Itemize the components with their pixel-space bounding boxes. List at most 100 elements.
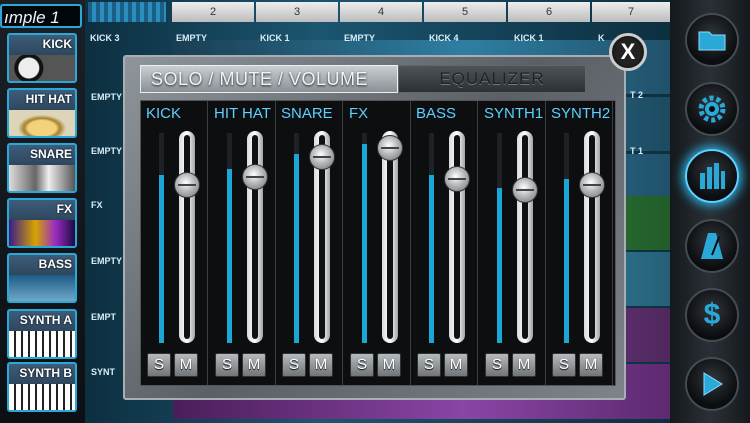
instrument-bass[interactable]: BASS: [7, 253, 77, 303]
step-label[interactable]: EMPTY: [176, 33, 207, 43]
channel-name: SYNTH2: [551, 105, 611, 122]
row-label: EMPT: [91, 312, 117, 322]
step-label[interactable]: KICK 4: [429, 33, 459, 43]
keyboard-icon: [9, 384, 75, 410]
column-number[interactable]: 5: [424, 2, 506, 22]
instrument-label: BASS: [38, 257, 72, 271]
channel-strip: KICK S M: [141, 101, 208, 385]
level-meter: [362, 133, 367, 343]
level-meter: [159, 133, 164, 343]
step-label[interactable]: KICK 1: [260, 33, 290, 43]
tab-equalizer[interactable]: EQUALIZER: [398, 65, 586, 93]
volume-slider-knob[interactable]: [309, 144, 335, 170]
volume-slider-knob[interactable]: [512, 177, 538, 203]
snare-icon: [9, 165, 75, 191]
instrument-hihat[interactable]: HIT HAT: [7, 88, 77, 138]
column-number[interactable]: 3: [256, 2, 338, 22]
level-meter: [564, 133, 569, 343]
level-meter-fill: [227, 168, 232, 343]
level-meter: [227, 133, 232, 343]
volume-slider-track[interactable]: [584, 131, 600, 343]
channel-strip: SNARE S M: [276, 101, 343, 385]
mute-button[interactable]: M: [174, 353, 198, 377]
play-icon: [703, 372, 723, 396]
solo-button[interactable]: S: [147, 353, 171, 377]
channel-strip: SYNTH2 S M: [546, 101, 613, 385]
channel-strip: BASS S M: [411, 101, 478, 385]
instrument-synth-a[interactable]: SYNTH A: [7, 309, 77, 359]
channel-strip: HIT HAT S M: [209, 101, 276, 385]
settings-button[interactable]: [685, 82, 739, 136]
level-meter-fill: [294, 154, 299, 343]
close-button[interactable]: X: [609, 33, 647, 71]
column-number[interactable]: 7: [592, 2, 670, 22]
solo-button[interactable]: S: [215, 353, 239, 377]
channel-name: KICK: [146, 105, 182, 122]
solo-button[interactable]: S: [417, 353, 441, 377]
volume-slider-knob[interactable]: [377, 135, 403, 161]
row-label: SYNT: [91, 367, 116, 377]
volume-slider-knob[interactable]: [579, 172, 605, 198]
tab-solo-mute-volume[interactable]: SOLO / MUTE / VOLUME: [140, 65, 398, 93]
solo-button[interactable]: S: [552, 353, 576, 377]
level-meter: [429, 133, 434, 343]
volume-slider-track[interactable]: [449, 131, 465, 343]
channel-name: SNARE: [281, 105, 333, 122]
solo-button[interactable]: S: [350, 353, 374, 377]
step-label[interactable]: KICK 1: [514, 33, 544, 43]
toolbar: $: [670, 0, 750, 423]
slider-groove: [589, 135, 595, 339]
volume-slider-track[interactable]: [517, 131, 533, 343]
column-number[interactable]: 6: [508, 2, 590, 22]
solo-button[interactable]: S: [282, 353, 306, 377]
step-label[interactable]: EMPTY: [344, 33, 375, 43]
instrument-label: HIT HAT: [25, 92, 72, 106]
volume-slider-knob[interactable]: [444, 166, 470, 192]
gear-icon: [698, 95, 726, 123]
instrument-snare[interactable]: SNARE: [7, 143, 77, 193]
row-label: EMPTY: [91, 146, 123, 156]
column-number[interactable]: 4: [340, 2, 422, 22]
metronome-button[interactable]: [685, 219, 739, 273]
instrument-label: FX: [56, 202, 72, 216]
volume-slider-knob[interactable]: [242, 164, 268, 190]
mixer-button[interactable]: [685, 149, 739, 203]
instrument-synth-b[interactable]: SYNTH B: [7, 362, 77, 412]
dollar-icon: $: [703, 298, 721, 331]
step-label[interactable]: K: [598, 33, 605, 43]
volume-slider-knob[interactable]: [174, 172, 200, 198]
instrument-label: KICK: [42, 37, 72, 51]
volume-slider-track[interactable]: [382, 131, 398, 343]
volume-slider-track[interactable]: [179, 131, 195, 343]
solo-button[interactable]: S: [485, 353, 509, 377]
level-meter-fill: [564, 179, 569, 343]
level-meter-fill: [362, 143, 367, 343]
volume-slider-track[interactable]: [247, 131, 263, 343]
level-meter: [294, 133, 299, 343]
store-button[interactable]: $: [685, 288, 739, 342]
sample-title[interactable]: ımple 1: [0, 4, 82, 28]
mute-button[interactable]: M: [512, 353, 536, 377]
mute-button[interactable]: M: [444, 353, 468, 377]
pattern-indicator: [88, 2, 166, 22]
mute-button[interactable]: M: [377, 353, 401, 377]
open-folder-button[interactable]: [685, 13, 739, 67]
channel-name: FX: [349, 105, 369, 122]
mute-button[interactable]: M: [242, 353, 266, 377]
mute-button[interactable]: M: [579, 353, 603, 377]
slider-groove: [184, 135, 190, 339]
step-label[interactable]: KICK 3: [90, 33, 120, 43]
row-label: EMPTY: [91, 256, 123, 266]
channel-name: HIT HAT: [214, 105, 271, 122]
channel-name: BASS: [416, 105, 457, 122]
mute-button[interactable]: M: [309, 353, 333, 377]
instrument-fx[interactable]: FX: [7, 198, 77, 248]
keyboard-icon: [9, 331, 75, 357]
level-meter-fill: [497, 187, 502, 343]
metronome-icon: [701, 233, 723, 259]
instrument-kick[interactable]: KICK: [7, 33, 77, 83]
instrument-label: SYNTH A: [19, 313, 72, 327]
play-button[interactable]: [685, 357, 739, 411]
slider-groove: [522, 135, 528, 339]
column-number[interactable]: 2: [172, 2, 254, 22]
